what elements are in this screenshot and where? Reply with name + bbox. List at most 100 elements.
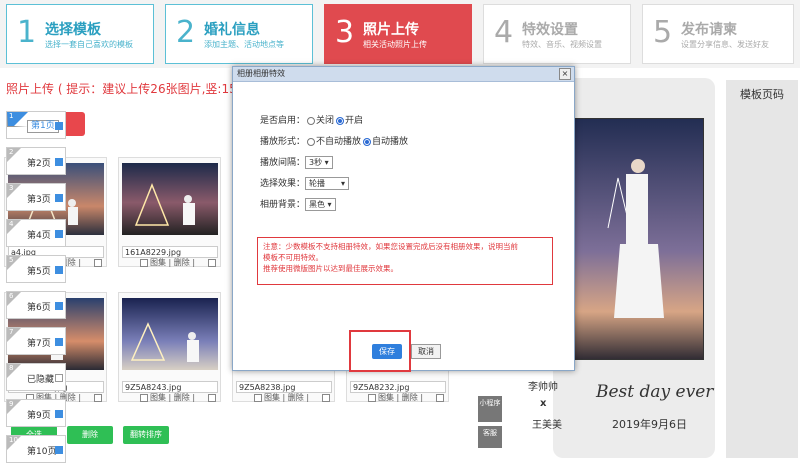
enable-on-label: 开启	[345, 116, 364, 126]
page-number: 3	[9, 184, 14, 192]
bg-label: 相册背景：	[260, 200, 306, 210]
page-number: 10	[9, 436, 18, 444]
delete-link[interactable]: 删除	[288, 393, 304, 402]
page-label: 第7页	[27, 339, 51, 349]
step-desc: 添加主题、活动地点等	[204, 40, 284, 49]
step-desc: 选择一套自己喜欢的模板	[45, 40, 133, 49]
page-number: 5	[9, 256, 14, 264]
delete-link[interactable]: 删除	[174, 393, 190, 402]
cover-checkbox[interactable]	[254, 393, 262, 402]
cover-label: 图集	[150, 393, 166, 402]
play-label: 播放形式：	[260, 137, 306, 147]
play-manual-label: 不自动播放	[316, 137, 362, 147]
select-checkbox[interactable]	[207, 258, 216, 267]
background-row: 相册背景： 黑色 ▾	[260, 197, 336, 211]
page-visible-checkbox[interactable]	[55, 230, 63, 238]
close-icon[interactable]: ×	[559, 68, 571, 80]
cover-label: 图集	[378, 393, 394, 402]
page-number: 1	[9, 112, 14, 120]
select-checkbox[interactable]	[435, 393, 444, 402]
effect-label: 选择效果：	[260, 179, 306, 189]
mini-program-button[interactable]: 小程序	[478, 396, 502, 422]
enable-off-radio[interactable]	[307, 116, 316, 125]
save-button[interactable]: 保存	[372, 344, 402, 359]
page-visible-checkbox[interactable]	[55, 302, 63, 310]
page-item[interactable]: 3 第3页	[6, 183, 66, 211]
select-checkbox[interactable]	[321, 393, 330, 402]
page-item[interactable]: 6 第6页	[6, 291, 66, 319]
enable-off-label: 关闭	[316, 116, 335, 126]
page-visible-checkbox[interactable]	[55, 446, 63, 454]
step-number: 4	[494, 15, 514, 50]
page-item[interactable]: 5 第5页	[6, 255, 66, 283]
select-checkbox[interactable]	[93, 258, 102, 267]
interval-label: 播放间隔：	[260, 158, 306, 168]
page-visible-checkbox[interactable]	[55, 374, 63, 382]
page-visible-checkbox[interactable]	[55, 338, 63, 346]
interval-value: 3秒	[309, 158, 323, 167]
step-2[interactable]: 2 婚礼信息 添加主题、活动地点等	[165, 4, 313, 64]
x-separator: x	[540, 398, 547, 409]
warning-note: 注意：少数模板不支持相册特效，如果您设置完成后没有相册效果，说明当前 模板不可用…	[257, 237, 553, 285]
photo-ops: 图集 | 删除 |	[236, 392, 332, 403]
page-item[interactable]: 2 第2页	[6, 147, 66, 175]
enable-on-radio[interactable]	[336, 116, 345, 125]
photo-card[interactable]: 161A8229.jpg 图集 | 删除 |	[118, 157, 221, 267]
page-label: 第1页	[27, 120, 59, 133]
play-auto-label: 自动播放	[372, 137, 409, 147]
step-5[interactable]: 5 发布请柬 设置分享信息、发送好友	[642, 4, 794, 64]
dialog-title: 相册相册特效	[237, 69, 285, 78]
page-label: 第6页	[27, 303, 51, 313]
delete-button[interactable]: 删除	[67, 426, 113, 444]
effect-row: 选择效果： 轮播 ▾	[260, 176, 350, 190]
step-desc: 设置分享信息、发送好友	[681, 40, 769, 49]
step-title: 选择模板	[45, 22, 101, 38]
page-item[interactable]: 7 第7页	[6, 327, 66, 355]
delete-link[interactable]: 删除	[174, 258, 190, 267]
play-auto-radio[interactable]	[363, 137, 372, 146]
step-title: 照片上传	[363, 22, 419, 38]
page-visible-checkbox[interactable]	[55, 410, 63, 418]
page-label: 第10页	[27, 447, 57, 457]
select-checkbox[interactable]	[207, 393, 216, 402]
effect-value: 轮播	[309, 179, 326, 188]
cover-checkbox[interactable]	[140, 258, 148, 267]
step-4[interactable]: 4 特效设置 特效、音乐、视频设置	[483, 4, 631, 64]
page-visible-checkbox[interactable]	[55, 122, 63, 130]
page-visible-checkbox[interactable]	[55, 266, 63, 274]
page-visible-checkbox[interactable]	[55, 194, 63, 202]
cover-checkbox[interactable]	[368, 393, 376, 402]
reorder-button[interactable]: 翻转排序	[123, 426, 169, 444]
cover-checkbox[interactable]	[140, 393, 148, 402]
bg-value: 黑色	[309, 200, 326, 209]
page-item[interactable]: 8 已隐藏	[6, 363, 66, 391]
step-desc: 特效、音乐、视频设置	[522, 40, 602, 49]
select-checkbox[interactable]	[93, 393, 102, 402]
page-number: 2	[9, 148, 14, 156]
page-label: 第5页	[27, 267, 51, 277]
page-item[interactable]: 4 第4页	[6, 219, 66, 247]
page-number: 9	[9, 400, 14, 408]
photo-card[interactable]: 9Z5A8243.jpg 图集 | 删除 |	[118, 292, 221, 402]
step-3[interactable]: 3 照片上传 相关活动照片上传	[324, 4, 472, 64]
cancel-button[interactable]: 取消	[411, 344, 441, 359]
page-item[interactable]: 10 第10页	[6, 435, 66, 463]
tagline: Best day ever	[596, 382, 714, 402]
pages-panel-title: 模板页码	[740, 88, 784, 101]
step-1[interactable]: 1 选择模板 选择一套自己喜欢的模板	[6, 4, 154, 64]
page-item[interactable]: 9 第9页	[6, 399, 66, 427]
background-select[interactable]: 黑色 ▾	[305, 198, 336, 211]
delete-link[interactable]: 删除	[402, 393, 418, 402]
page-label: 第2页	[27, 159, 51, 169]
enable-row: 是否启用： 关闭 开启	[260, 113, 363, 126]
photo-ops: 图集 | 删除 |	[122, 392, 218, 403]
service-button[interactable]: 客服	[478, 426, 502, 448]
wedding-date: 2019年9月6日	[612, 418, 687, 431]
play-manual-radio[interactable]	[307, 137, 316, 146]
interval-select[interactable]: 3秒 ▾	[305, 156, 333, 169]
effect-select[interactable]: 轮播 ▾	[305, 177, 350, 190]
page-visible-checkbox[interactable]	[55, 158, 63, 166]
template-pages-panel: 模板页码	[726, 80, 798, 458]
page-item[interactable]: 1 第1页	[6, 111, 66, 139]
page-number: 8	[9, 364, 14, 372]
